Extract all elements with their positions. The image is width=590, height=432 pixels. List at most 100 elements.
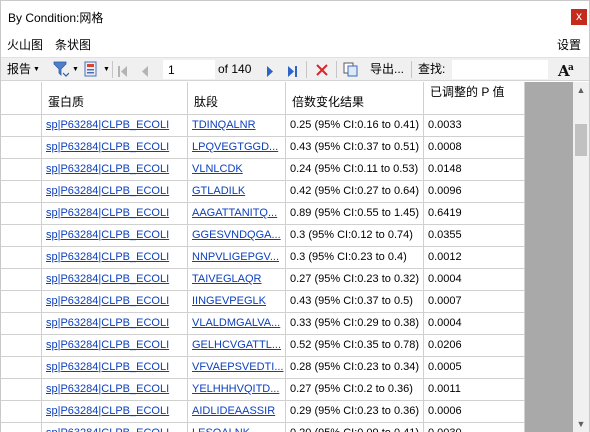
row-selector[interactable]: [1, 247, 42, 269]
peptide-link[interactable]: TDINQALNR: [188, 115, 286, 137]
table-row[interactable]: sp|P63284|CLPB_ECOLI IINGEVPEGLK 0.43 (95%…: [1, 291, 525, 313]
column-header-label: 肽段: [194, 95, 219, 109]
scroll-thumb[interactable]: [575, 124, 587, 156]
peptide-link[interactable]: NNPVLIGEPGV...: [188, 247, 286, 269]
toolbar-divider: [411, 61, 412, 78]
row-selector[interactable]: [1, 401, 42, 423]
protein-link[interactable]: sp|P63284|CLPB_ECOLI: [42, 181, 188, 203]
row-selector[interactable]: [1, 137, 42, 159]
fold-change-cell: 0.42 (95% CI:0.27 to 0.64): [286, 181, 424, 203]
adjusted-p-value-cell: 0.0012: [424, 247, 525, 269]
row-selector[interactable]: [1, 313, 42, 335]
peptide-link[interactable]: GGESVNDQGA...: [188, 225, 286, 247]
protein-link[interactable]: sp|P63284|CLPB_ECOLI: [42, 335, 188, 357]
protein-link[interactable]: sp|P63284|CLPB_ECOLI: [42, 291, 188, 313]
row-selector[interactable]: [1, 357, 42, 379]
peptide-link[interactable]: YELHHHVQITD...: [188, 379, 286, 401]
table-row[interactable]: sp|P63284|CLPB_ECOLI VLNLCDK 0.24 (95% CI:…: [1, 159, 525, 181]
peptide-link[interactable]: GTLADILK: [188, 181, 286, 203]
protein-link[interactable]: sp|P63284|CLPB_ECOLI: [42, 115, 188, 137]
adjusted-p-value-cell: 0.6419: [424, 203, 525, 225]
row-selector[interactable]: [1, 225, 42, 247]
adjusted-p-value-cell: 0.0004: [424, 269, 525, 291]
peptide-link[interactable]: LESQALNK: [188, 423, 286, 432]
scroll-down-icon[interactable]: ▼: [573, 416, 589, 432]
table-row[interactable]: sp|P63284|CLPB_ECOLI LPQVEGTGGD... 0.43 (9…: [1, 137, 525, 159]
column-header-fold-change[interactable]: 倍数变化结果: [286, 82, 424, 115]
table-row[interactable]: sp|P63284|CLPB_ECOLILESQALNK0.20 (95% CI…: [1, 423, 525, 432]
column-header-peptide[interactable]: 肽段: [188, 82, 286, 115]
fold-change-cell: 0.3 (95% CI:0.12 to 0.74): [286, 225, 424, 247]
peptide-link[interactable]: GELHCVGATTL...: [188, 335, 286, 357]
table-row[interactable]: sp|P63284|CLPB_ECOLI VFVAEPSVEDTI... 0.28 …: [1, 357, 525, 379]
fold-change-cell: 0.33 (95% CI:0.29 to 0.38): [286, 313, 424, 335]
row-selector[interactable]: [1, 269, 42, 291]
results-grid: 蛋白质 肽段 倍数变化结果 已调整的 P 值 sp|P63284|CLPB_EC…: [1, 82, 573, 432]
peptide-link[interactable]: IINGEVPEGLK: [188, 291, 286, 313]
peptide-link[interactable]: TAIVEGLAQR: [188, 269, 286, 291]
menu-volcano-plot[interactable]: 火山图: [7, 36, 43, 53]
format-dropdown[interactable]: ▼: [83, 59, 110, 82]
row-selector[interactable]: [1, 203, 42, 225]
document-icon: [84, 61, 97, 77]
column-header-label: 倍数变化结果: [292, 95, 365, 109]
row-selector[interactable]: [1, 115, 42, 137]
protein-link[interactable]: sp|P63284|CLPB_ECOLI: [42, 313, 188, 335]
table-row[interactable]: sp|P63284|CLPB_ECOLI GELHCVGATTL... 0.52 (…: [1, 335, 525, 357]
row-selector[interactable]: [1, 291, 42, 313]
column-header-adjusted-p-value[interactable]: 已调整的 P 值: [424, 82, 525, 115]
font-size-button[interactable]: Aa: [557, 59, 577, 82]
report-dropdown[interactable]: 报告 ▼: [7, 58, 40, 81]
find-input[interactable]: [452, 60, 548, 79]
peptide-link[interactable]: AIDLIDEAASSIR: [188, 401, 286, 423]
protein-link[interactable]: sp|P63284|CLPB_ECOLI: [42, 247, 188, 269]
table-row[interactable]: sp|P63284|CLPB_ECOLI VLALDMGALVA... 0.33 (…: [1, 313, 525, 335]
row-selector[interactable]: [1, 335, 42, 357]
protein-link[interactable]: sp|P63284|CLPB_ECOLI: [42, 401, 188, 423]
row-selector[interactable]: [1, 181, 42, 203]
chevron-down-icon: ▼: [103, 66, 110, 73]
protein-link[interactable]: sp|P63284|CLPB_ECOLI: [42, 379, 188, 401]
table-row[interactable]: sp|P63284|CLPB_ECOLI TDINQALNR 0.25 (95% C…: [1, 115, 525, 137]
fold-change-cell: 0.3 (95% CI:0.23 to 0.4): [286, 247, 424, 269]
close-button[interactable]: x: [571, 9, 587, 25]
protein-link[interactable]: sp|P63284|CLPB_ECOLI: [42, 269, 188, 291]
table-row[interactable]: sp|P63284|CLPB_ECOLI NNPVLIGEPGV... 0.3 (9…: [1, 247, 525, 269]
peptide-link[interactable]: VFVAEPSVEDTI...: [188, 357, 286, 379]
protein-link[interactable]: sp|P63284|CLPB_ECOLI: [42, 203, 188, 225]
protein-link[interactable]: sp|P63284|CLPB_ECOLI: [42, 225, 188, 247]
row-selector[interactable]: [1, 423, 42, 432]
adjusted-p-value-cell: 0.0005: [424, 357, 525, 379]
protein-link[interactable]: sp|P63284|CLPB_ECOLI: [42, 357, 188, 379]
vertical-scrollbar[interactable]: ▲ ▼: [573, 82, 589, 432]
peptide-link[interactable]: VLNLCDK: [188, 159, 286, 181]
protein-link[interactable]: sp|P63284|CLPB_ECOLI: [42, 423, 188, 432]
table-row[interactable]: sp|P63284|CLPB_ECOLI AAGATTANITQ... 0.89 (…: [1, 203, 525, 225]
table-row[interactable]: sp|P63284|CLPB_ECOLI YELHHHVQITD... 0.27 (…: [1, 379, 525, 401]
adjusted-p-value-cell: 0.0008: [424, 137, 525, 159]
peptide-link[interactable]: LPQVEGTGGD...: [188, 137, 286, 159]
peptide-link[interactable]: VLALDMGALVA...: [188, 313, 286, 335]
protein-link[interactable]: sp|P63284|CLPB_ECOLI: [42, 159, 188, 181]
scroll-up-icon[interactable]: ▲: [573, 82, 589, 99]
table-row[interactable]: sp|P63284|CLPB_ECOLI TAIVEGLAQR 0.27 (95% …: [1, 269, 525, 291]
table-row[interactable]: sp|P63284|CLPB_ECOLI GGESVNDQGA... 0.3 (95…: [1, 225, 525, 247]
protein-link[interactable]: sp|P63284|CLPB_ECOLI: [42, 137, 188, 159]
table-row[interactable]: sp|P63284|CLPB_ECOLI GTLADILK 0.42 (95% CI…: [1, 181, 525, 203]
fold-change-cell: 0.89 (95% CI:0.55 to 1.45): [286, 203, 424, 225]
toolbar-divider: [336, 61, 337, 78]
row-selector[interactable]: [1, 379, 42, 401]
copy-button[interactable]: [343, 61, 359, 84]
menu-bar-chart[interactable]: 条状图: [55, 36, 91, 53]
column-header-protein[interactable]: 蛋白质: [42, 82, 188, 115]
export-button[interactable]: 导出...: [370, 58, 404, 81]
page-number-input[interactable]: [163, 60, 215, 79]
peptide-link[interactable]: AAGATTANITQ...: [188, 203, 286, 225]
adjusted-p-value-cell: 0.0007: [424, 291, 525, 313]
sort-dropdown[interactable]: ▼: [51, 59, 79, 82]
adjusted-p-value-cell: 0.0004: [424, 313, 525, 335]
column-header-label: 蛋白质: [48, 95, 85, 109]
row-selector[interactable]: [1, 159, 42, 181]
settings-link[interactable]: 设置: [557, 36, 581, 53]
table-row[interactable]: sp|P63284|CLPB_ECOLI AIDLIDEAASSIR 0.29 (9…: [1, 401, 525, 423]
